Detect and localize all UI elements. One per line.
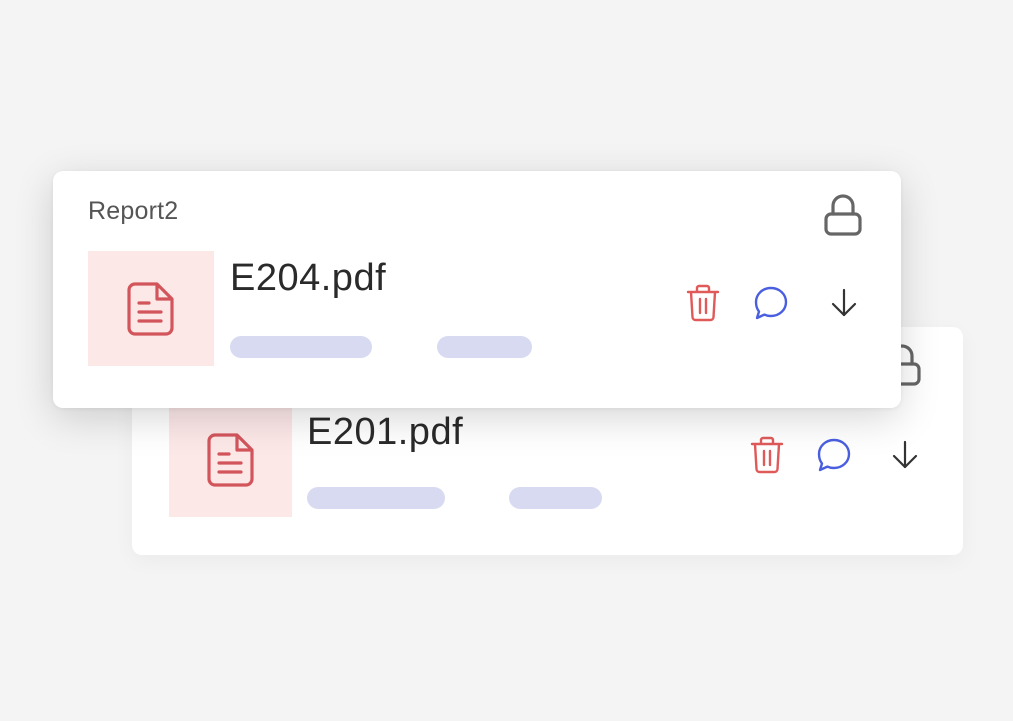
download-icon [892, 440, 918, 469]
placeholder-bar [509, 487, 602, 509]
document-icon [127, 281, 174, 336]
comment-button[interactable] [814, 435, 854, 475]
delete-button[interactable] [683, 283, 723, 323]
trash-icon [686, 284, 720, 322]
file-thumbnail[interactable] [88, 251, 214, 366]
download-button[interactable] [824, 283, 864, 323]
comment-icon [817, 438, 851, 472]
file-name[interactable]: E201.pdf [307, 411, 463, 454]
lock-icon[interactable] [821, 193, 865, 239]
comment-icon [754, 286, 788, 320]
document-icon [206, 432, 254, 487]
file-thumbnail[interactable] [169, 402, 292, 517]
file-name[interactable]: E204.pdf [230, 257, 386, 300]
file-card-e204[interactable]: Report2 E204.pdf [53, 171, 901, 408]
placeholder-bar [437, 336, 532, 358]
report-label: Report2 [88, 197, 179, 225]
placeholder-bar [230, 336, 372, 358]
delete-button[interactable] [747, 435, 787, 475]
trash-icon [750, 436, 784, 474]
comment-button[interactable] [751, 283, 791, 323]
placeholder-bar [307, 487, 445, 509]
download-button[interactable] [885, 435, 925, 475]
download-icon [831, 288, 857, 317]
